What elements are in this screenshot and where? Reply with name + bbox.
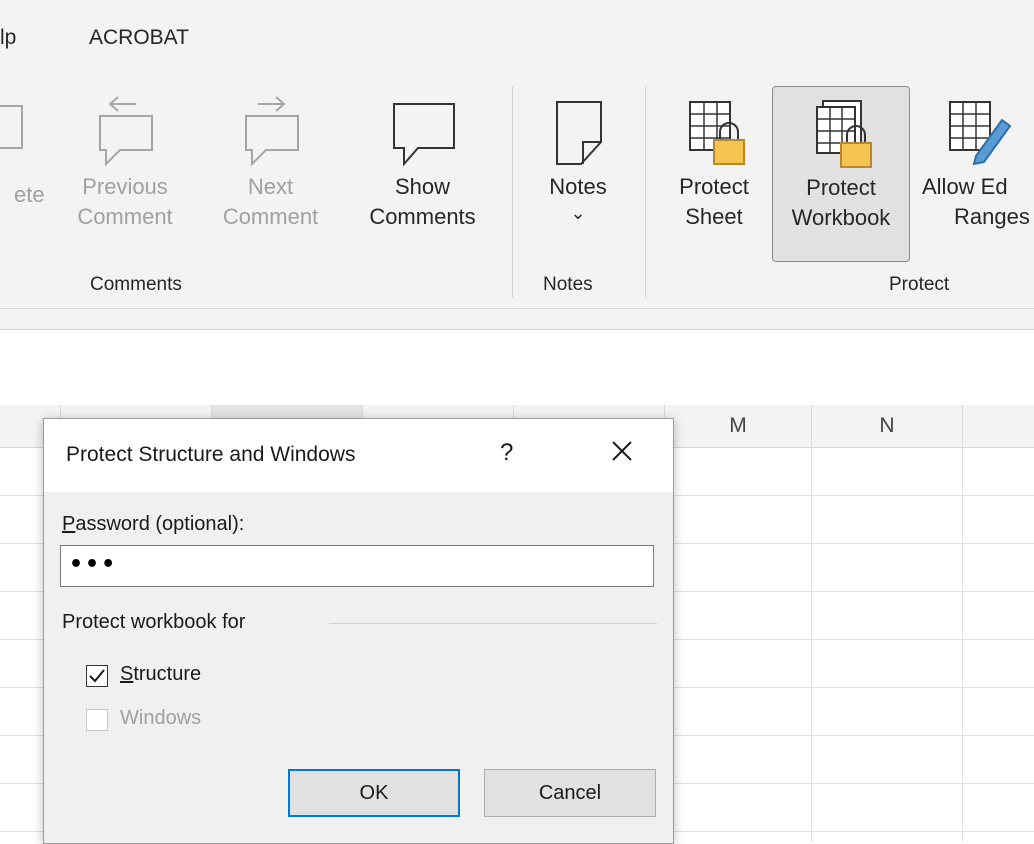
help-button[interactable]: ? [500, 439, 513, 467]
ribbon-separator [645, 86, 646, 298]
group-divider [329, 623, 657, 624]
note-icon [556, 101, 602, 165]
allow-edit-ranges-label-1: Allow Ed [922, 174, 1008, 199]
protect-for-label: Protect workbook for [62, 611, 246, 633]
menu-bar: lp ACROBAT [0, 0, 1034, 86]
checkmark-icon [89, 669, 105, 683]
structure-label-text: tructure [133, 663, 202, 685]
chevron-down-icon: ⌄ [570, 203, 586, 223]
column-line [811, 447, 812, 842]
cancel-button[interactable]: Cancel [484, 769, 656, 817]
column-header[interactable] [963, 405, 1034, 447]
windows-checkbox[interactable] [86, 709, 108, 731]
delete-comment-button[interactable]: ete [0, 96, 45, 256]
password-input[interactable]: ••• [60, 545, 654, 587]
ribbon: ete Previous Comment Next Comment Show C… [0, 86, 1034, 309]
allow-edit-ranges-label-2: Ranges [954, 204, 1030, 229]
previous-comment-button[interactable]: Previous Comment [60, 96, 190, 256]
password-label-text: assword (optional): [75, 513, 245, 535]
windows-label: Windows [120, 707, 202, 729]
protect-sheet-label-2: Sheet [685, 204, 743, 229]
structure-label[interactable]: Structure [120, 663, 201, 686]
protect-sheet-label-1: Protect [679, 174, 749, 199]
dialog-title-bar: Protect Structure and Windows ? [44, 419, 673, 492]
password-label: Password (optional): [62, 513, 244, 536]
ribbon-separator [512, 86, 513, 298]
protect-sheet-button[interactable]: Protect Sheet [664, 96, 764, 256]
allow-edit-ranges-button[interactable]: Allow Ed Ranges [916, 96, 1034, 256]
close-icon[interactable] [606, 435, 638, 467]
protect-workbook-button[interactable]: Protect Workbook [772, 86, 910, 262]
previous-comment-icon [99, 96, 153, 167]
next-comment-label-2: Comment [222, 204, 319, 229]
protect-workbook-icon [816, 100, 872, 168]
comment-icon [392, 103, 455, 167]
notes-label: Notes [549, 174, 607, 199]
previous-comment-label-2: Comment [77, 204, 173, 229]
next-comment-label-1: Next [247, 174, 294, 199]
notes-button[interactable]: Notes ⌄ [528, 96, 628, 256]
tab-help[interactable]: lp [0, 26, 16, 50]
show-comments-label-2: Comments [369, 204, 476, 229]
delete-comment-label: ete [14, 182, 45, 207]
protect-sheet-icon [689, 101, 745, 165]
dialog-title: Protect Structure and Windows [66, 443, 356, 466]
structure-label-accel: S [120, 663, 134, 685]
ribbon-footer [0, 309, 1034, 330]
comments-group-label: Comments [90, 274, 182, 295]
protect-workbook-label-1: Protect [806, 175, 876, 200]
protect-workbook-label-2: Workbook [791, 205, 891, 230]
comment-icon [0, 105, 23, 149]
show-comments-button[interactable]: Show Comments [350, 96, 495, 256]
show-comments-label-1: Show [394, 174, 451, 199]
allow-edit-ranges-icon [949, 101, 1012, 166]
column-line [962, 447, 963, 842]
next-comment-button[interactable]: Next Comment [208, 96, 333, 256]
column-header-n[interactable]: N [812, 405, 963, 447]
column-header-m[interactable]: M [665, 405, 812, 447]
password-label-accel: P [62, 513, 76, 535]
ok-button[interactable]: OK [288, 769, 460, 817]
previous-comment-label-1: Previous [82, 174, 168, 199]
protect-structure-dialog: Protect Structure and Windows ? Password… [43, 418, 674, 844]
next-comment-icon [244, 96, 299, 167]
tab-acrobat[interactable]: ACROBAT [89, 26, 189, 50]
structure-checkbox[interactable] [86, 665, 108, 687]
notes-group-label: Notes [543, 274, 593, 295]
protect-group-label: Protect [889, 274, 950, 295]
